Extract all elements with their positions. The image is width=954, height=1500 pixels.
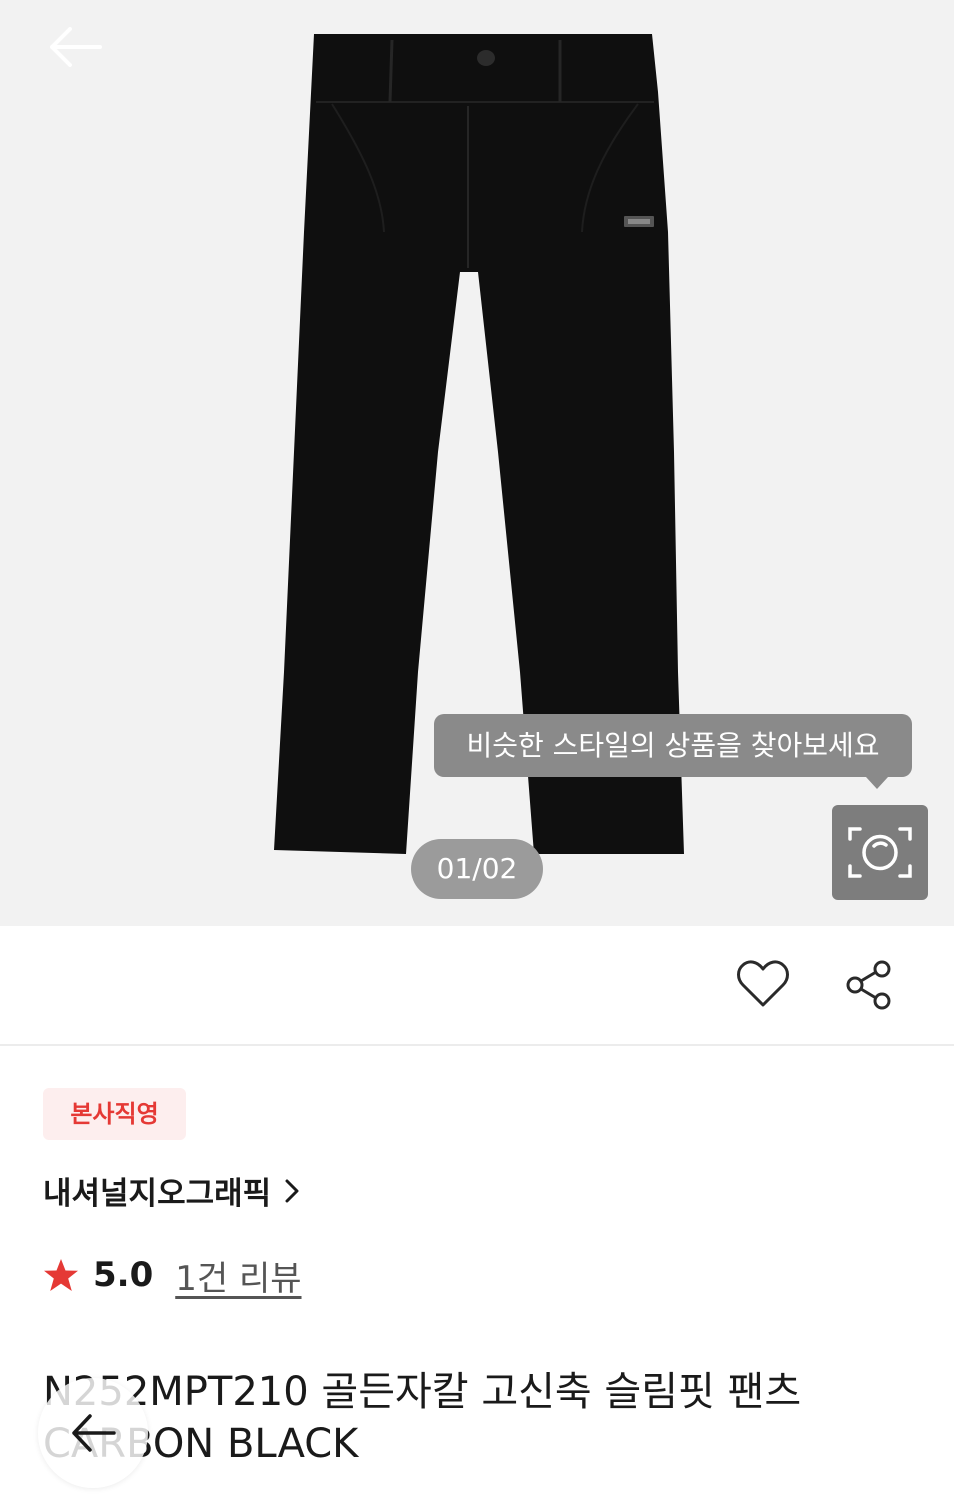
floating-back-button[interactable] <box>38 1378 148 1488</box>
official-store-badge: 본사직영 <box>43 1088 186 1140</box>
lens-search-icon <box>848 827 912 878</box>
similar-style-tooltip: 비슷한 스타일의 상품을 찾아보세요 <box>434 714 912 789</box>
product-title: N252MPT210 골든자칼 고신축 슬림핏 팬츠 CARBON BLACK <box>43 1369 802 1467</box>
rating-score: 5.0 <box>93 1255 154 1295</box>
heart-icon[interactable] <box>736 958 790 1010</box>
lens-search-button[interactable] <box>832 805 928 900</box>
brand-link[interactable]: 내셔널지오그래픽 <box>43 1168 299 1213</box>
chevron-right-icon <box>285 1179 299 1202</box>
share-icon[interactable] <box>842 958 896 1012</box>
product-image-gallery[interactable]: 비슷한 스타일의 상품을 찾아보세요 01/02 <box>0 0 954 926</box>
back-arrow-icon <box>72 1414 116 1452</box>
image-counter: 01/02 <box>411 839 543 899</box>
product-actions-bar <box>0 926 954 1046</box>
back-arrow-icon[interactable] <box>40 22 110 72</box>
star-icon <box>44 1259 78 1291</box>
review-count-link[interactable]: 1건 리뷰 <box>175 1251 301 1300</box>
rating-row: 5.0 1건 리뷰 <box>43 1250 302 1300</box>
brand-name: 내셔널지오그래픽 <box>43 1176 272 1212</box>
